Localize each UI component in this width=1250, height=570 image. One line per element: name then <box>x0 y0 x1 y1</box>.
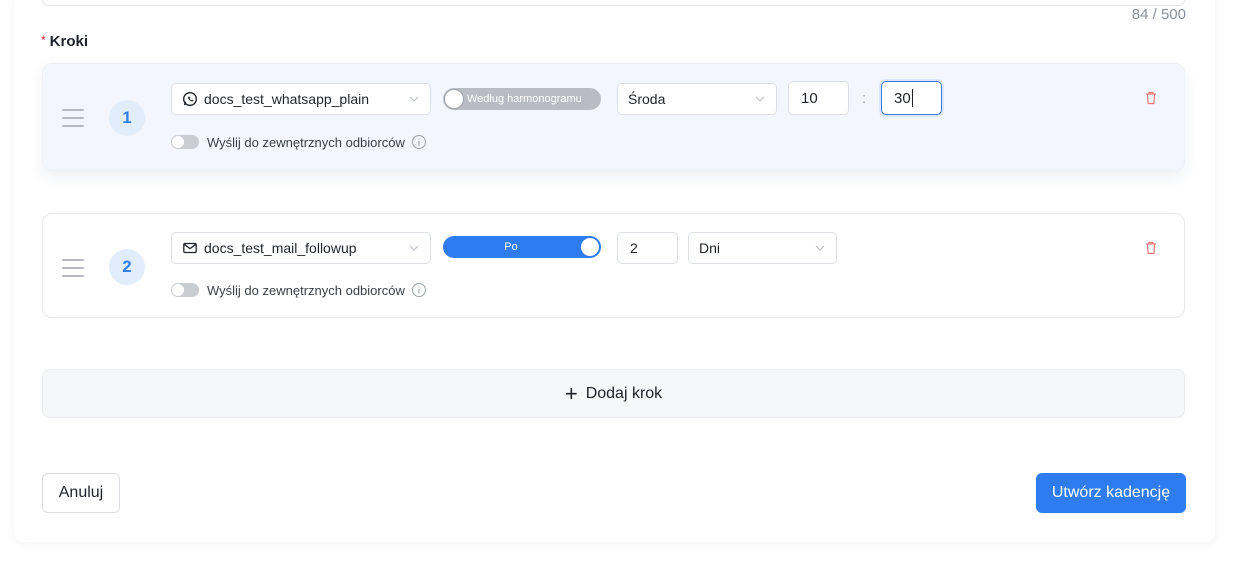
text-caret <box>911 89 913 107</box>
drag-handle-icon[interactable] <box>62 259 84 283</box>
chevron-down-icon <box>815 245 825 251</box>
external-recipients-row: Wyślij do zewnętrznych odbiorców <box>171 282 427 298</box>
info-icon[interactable] <box>411 282 427 298</box>
description-textarea[interactable] <box>42 0 1185 6</box>
timing-toggle-label: Po <box>504 241 518 253</box>
trash-icon[interactable] <box>1143 240 1159 256</box>
minute-value: 30 <box>894 89 911 107</box>
add-step-label: Dodaj krok <box>585 384 663 402</box>
trash-icon[interactable] <box>1143 90 1159 106</box>
cancel-button[interactable]: Anuluj <box>42 473 120 513</box>
schedule-toggle-label: Według harmonogramu <box>467 93 582 105</box>
toggle-knob <box>581 238 599 256</box>
external-recipients-label: Wyślij do zewnętrznych odbiorców <box>207 134 405 150</box>
step-card-1: 1 docs_test_whatsapp_plain Według harmon… <box>42 63 1185 171</box>
external-recipients-label: Wyślij do zewnętrznych odbiorców <box>207 282 405 298</box>
mail-icon <box>182 240 198 256</box>
day-value: Środa <box>628 91 666 107</box>
toggle-knob <box>445 90 463 108</box>
schedule-toggle[interactable]: Według harmonogramu <box>443 88 601 110</box>
timing-toggle[interactable]: Po <box>443 236 601 258</box>
minute-input[interactable]: 30 <box>881 81 942 115</box>
required-mark: * <box>41 33 46 47</box>
step-number: 1 <box>109 100 145 136</box>
hour-input[interactable]: 10 <box>788 81 849 115</box>
delay-value: 2 <box>630 240 638 256</box>
delay-unit-value: Dni <box>699 240 721 256</box>
template-value: docs_test_mail_followup <box>204 240 357 256</box>
template-value: docs_test_whatsapp_plain <box>204 91 370 107</box>
step-card-2: 2 docs_test_mail_followup Po 2 Dni Wyśli… <box>42 213 1185 318</box>
chevron-down-icon <box>409 245 419 251</box>
chevron-down-icon <box>755 96 765 102</box>
steps-label-text: Kroki <box>49 33 89 50</box>
step-number: 2 <box>109 249 145 285</box>
template-select[interactable]: docs_test_mail_followup <box>171 232 431 264</box>
plus-icon: + <box>564 380 578 406</box>
info-icon[interactable] <box>411 134 427 150</box>
day-select[interactable]: Środa <box>617 83 777 115</box>
steps-label: * Kroki <box>41 33 88 50</box>
hour-value: 10 <box>801 89 818 107</box>
chevron-down-icon <box>409 96 419 102</box>
external-recipients-toggle[interactable] <box>171 283 199 297</box>
template-select[interactable]: docs_test_whatsapp_plain <box>171 83 431 115</box>
time-separator: : <box>862 90 867 107</box>
char-counter: 84 / 500 <box>1131 6 1186 23</box>
delay-input[interactable]: 2 <box>617 232 678 264</box>
add-step-button[interactable]: + Dodaj krok <box>42 369 1185 418</box>
whatsapp-icon <box>182 91 198 107</box>
external-recipients-row: Wyślij do zewnętrznych odbiorców <box>171 134 427 150</box>
delay-unit-select[interactable]: Dni <box>688 232 837 264</box>
external-recipients-toggle[interactable] <box>171 135 199 149</box>
drag-handle-icon[interactable] <box>62 109 84 133</box>
create-cadence-button[interactable]: Utwórz kadencję <box>1036 473 1186 513</box>
